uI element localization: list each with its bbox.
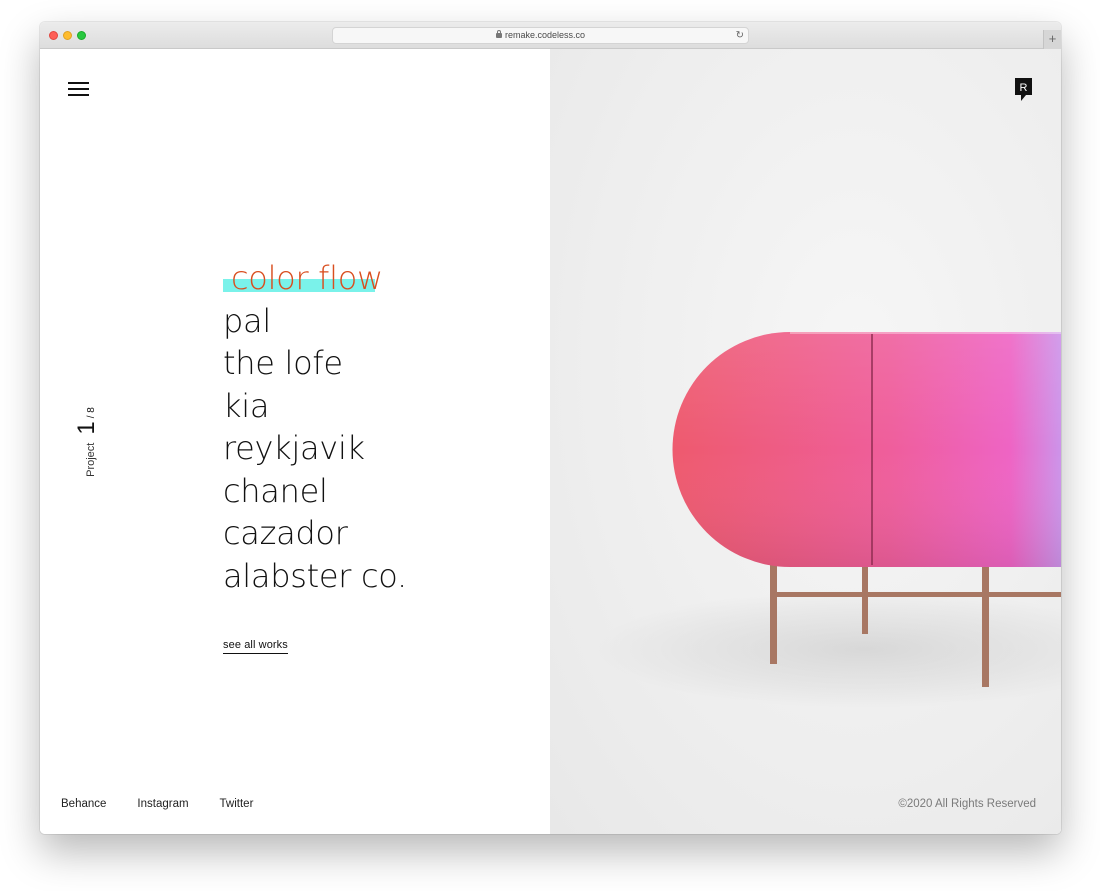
reload-icon[interactable]: ↻: [736, 28, 744, 43]
project-item-reykjavik[interactable]: reykjavik: [223, 427, 407, 470]
project-item-chanel[interactable]: chanel: [223, 470, 407, 513]
project-image-panel: R ©2020 All Rights Reserved: [550, 49, 1061, 834]
lock-icon: [495, 30, 502, 38]
browser-titlebar: remake.codeless.co ↻ +: [40, 22, 1061, 49]
logo-icon[interactable]: R: [1015, 78, 1032, 101]
page-content: Project 1 / 8 color flow pal the lofe ki…: [40, 49, 1061, 834]
project-counter-total: / 8: [86, 407, 97, 419]
project-item-alabster-co[interactable]: alabster co.: [223, 555, 407, 598]
hamburger-icon[interactable]: [68, 82, 90, 98]
project-item-the-lofe[interactable]: the lofe: [223, 342, 407, 385]
twitter-link[interactable]: Twitter: [220, 798, 254, 810]
stage: remake.codeless.co ↻ + Project 1 / 8 col…: [0, 0, 1100, 891]
left-panel: Project 1 / 8 color flow pal the lofe ki…: [40, 49, 550, 834]
new-tab-button[interactable]: +: [1043, 30, 1061, 49]
cabinet-legs: [770, 554, 1061, 687]
browser-window: remake.codeless.co ↻ + Project 1 / 8 col…: [40, 22, 1061, 834]
close-window-button[interactable]: [49, 31, 58, 40]
project-counter-label: Project: [85, 442, 97, 477]
projects-list: color flow pal the lofe kia reykjavik ch…: [223, 257, 407, 597]
cabinet-image: [672, 332, 1061, 687]
project-item-pal[interactable]: pal: [223, 300, 407, 343]
project-item-kia[interactable]: kia: [223, 385, 407, 428]
copyright-text: ©2020 All Rights Reserved: [898, 798, 1036, 810]
address-bar[interactable]: remake.codeless.co ↻: [332, 27, 749, 44]
project-item-color-flow[interactable]: color flow: [223, 257, 407, 300]
minimize-window-button[interactable]: [63, 31, 72, 40]
instagram-link[interactable]: Instagram: [137, 798, 188, 810]
maximize-window-button[interactable]: [77, 31, 86, 40]
project-item-cazador[interactable]: cazador: [223, 512, 407, 555]
project-counter-current: 1: [73, 421, 100, 435]
social-links: Behance Instagram Twitter: [61, 798, 284, 810]
logo-letter: R: [1020, 82, 1028, 94]
address-url: remake.codeless.co: [504, 30, 586, 40]
see-all-works-link[interactable]: see all works: [223, 639, 288, 654]
behance-link[interactable]: Behance: [61, 798, 106, 810]
